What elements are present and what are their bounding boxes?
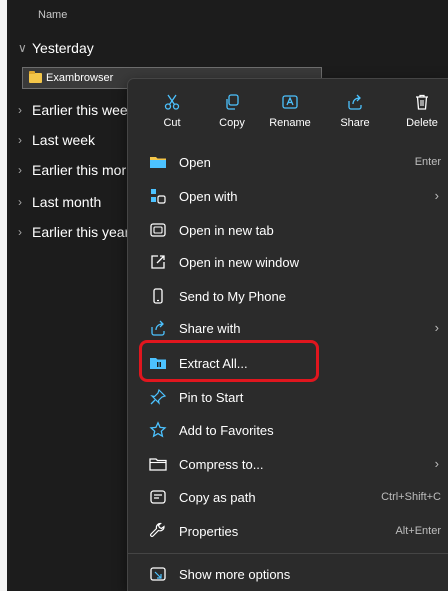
menu-item-label: Compress to... xyxy=(179,457,264,472)
share-icon xyxy=(151,320,165,336)
more-options-icon xyxy=(150,567,166,581)
menu-item-show-more-options[interactable]: Show more options xyxy=(136,560,448,588)
chevron-right-icon: › xyxy=(434,188,439,203)
menu-item-label: Show more options xyxy=(179,567,291,582)
share-label: Share xyxy=(340,117,370,129)
copy-button[interactable]: Copy xyxy=(204,87,260,139)
chevron-right-icon: › xyxy=(434,320,439,335)
group-last-month[interactable]: › Last month xyxy=(18,190,101,214)
phone-icon xyxy=(153,288,163,304)
quick-actions-bar: Cut Copy Rename Share Delete xyxy=(128,87,448,139)
context-menu: Cut Copy Rename Share Delete Open Enter … xyxy=(127,78,448,591)
menu-item-pin-to-start[interactable]: Pin to Start xyxy=(136,383,448,411)
chevron-right-icon: › xyxy=(18,225,22,239)
menu-item-properties[interactable]: Properties Alt+Enter xyxy=(136,517,448,545)
new-tab-icon xyxy=(150,223,166,237)
cut-label: Cut xyxy=(163,117,181,129)
rename-label: Rename xyxy=(269,117,311,129)
group-earlier-this-week[interactable]: › Earlier this wee xyxy=(18,98,128,122)
group-label: Yesterday xyxy=(32,40,94,56)
copy-path-icon xyxy=(150,490,166,504)
menu-item-label: Open with xyxy=(179,189,238,204)
copy-label: Copy xyxy=(219,117,245,129)
delete-button[interactable]: Delete xyxy=(394,87,448,139)
shortcut-label: Enter xyxy=(414,156,441,168)
compress-icon xyxy=(149,458,167,471)
open-with-icon xyxy=(151,189,166,204)
menu-item-label: Open in new window xyxy=(179,255,299,270)
menu-item-copy-as-path[interactable]: Copy as path Ctrl+Shift+C xyxy=(136,483,448,511)
menu-item-label: Share with xyxy=(179,321,241,336)
menu-item-label: Open in new tab xyxy=(179,223,274,238)
menu-separator xyxy=(127,553,448,554)
group-label: Earlier this mor xyxy=(32,162,127,178)
group-earlier-this-year[interactable]: › Earlier this year xyxy=(18,220,129,244)
wrench-icon xyxy=(150,522,165,537)
menu-item-label: Pin to Start xyxy=(179,390,244,405)
menu-item-share-with[interactable]: Share with › xyxy=(136,314,448,342)
new-window-icon xyxy=(151,255,165,269)
folder-open-icon xyxy=(150,157,166,168)
chevron-right-icon: › xyxy=(18,103,22,117)
trash-icon xyxy=(416,94,428,110)
zip-folder-icon xyxy=(29,71,42,83)
menu-item-label: Open xyxy=(179,155,211,170)
menu-item-open-in-new-window[interactable]: Open in new window xyxy=(136,248,448,276)
name-column-header[interactable]: Name xyxy=(38,9,67,21)
file-name: Exambrowser xyxy=(46,72,114,84)
pin-icon xyxy=(150,388,167,405)
menu-item-compress-to[interactable]: Compress to... › xyxy=(136,450,448,478)
share-button[interactable]: Share xyxy=(327,87,383,139)
menu-item-label: Properties xyxy=(179,524,239,539)
menu-item-open-with[interactable]: Open with › xyxy=(136,182,448,210)
menu-item-label: Add to Favorites xyxy=(179,423,274,438)
menu-item-open-in-new-tab[interactable]: Open in new tab xyxy=(136,216,448,244)
chevron-right-icon: › xyxy=(434,456,439,471)
share-icon xyxy=(348,94,362,110)
rename-button[interactable]: Rename xyxy=(262,87,318,139)
group-label: Last month xyxy=(32,194,102,210)
rename-icon xyxy=(282,95,298,109)
group-label: Last week xyxy=(32,132,96,148)
group-last-week[interactable]: › Last week xyxy=(18,128,95,152)
chevron-right-icon: › xyxy=(18,163,22,177)
menu-item-open[interactable]: Open Enter xyxy=(136,148,448,176)
shortcut-label: Alt+Enter xyxy=(395,525,441,537)
star-icon xyxy=(149,421,167,438)
shortcut-label: Ctrl+Shift+C xyxy=(381,491,441,503)
menu-item-send-to-my-phone[interactable]: Send to My Phone xyxy=(136,282,448,310)
delete-label: Delete xyxy=(406,117,438,129)
group-label: Earlier this year xyxy=(32,224,130,240)
chevron-down-icon: ∨ xyxy=(18,41,27,55)
menu-item-label: Copy as path xyxy=(179,490,256,505)
menu-item-add-to-favorites[interactable]: Add to Favorites xyxy=(136,416,448,444)
group-label: Earlier this wee xyxy=(32,102,128,118)
group-earlier-this-month[interactable]: › Earlier this mor xyxy=(18,158,126,182)
cut-button[interactable]: Cut xyxy=(144,87,200,139)
chevron-right-icon: › xyxy=(18,195,22,209)
menu-item-label: Send to My Phone xyxy=(179,289,286,304)
extract-all-highlight xyxy=(139,340,319,382)
chevron-right-icon: › xyxy=(18,133,22,147)
copy-icon xyxy=(226,94,239,110)
group-yesterday[interactable]: ∨ Yesterday xyxy=(18,36,94,60)
scissors-icon xyxy=(164,94,180,110)
